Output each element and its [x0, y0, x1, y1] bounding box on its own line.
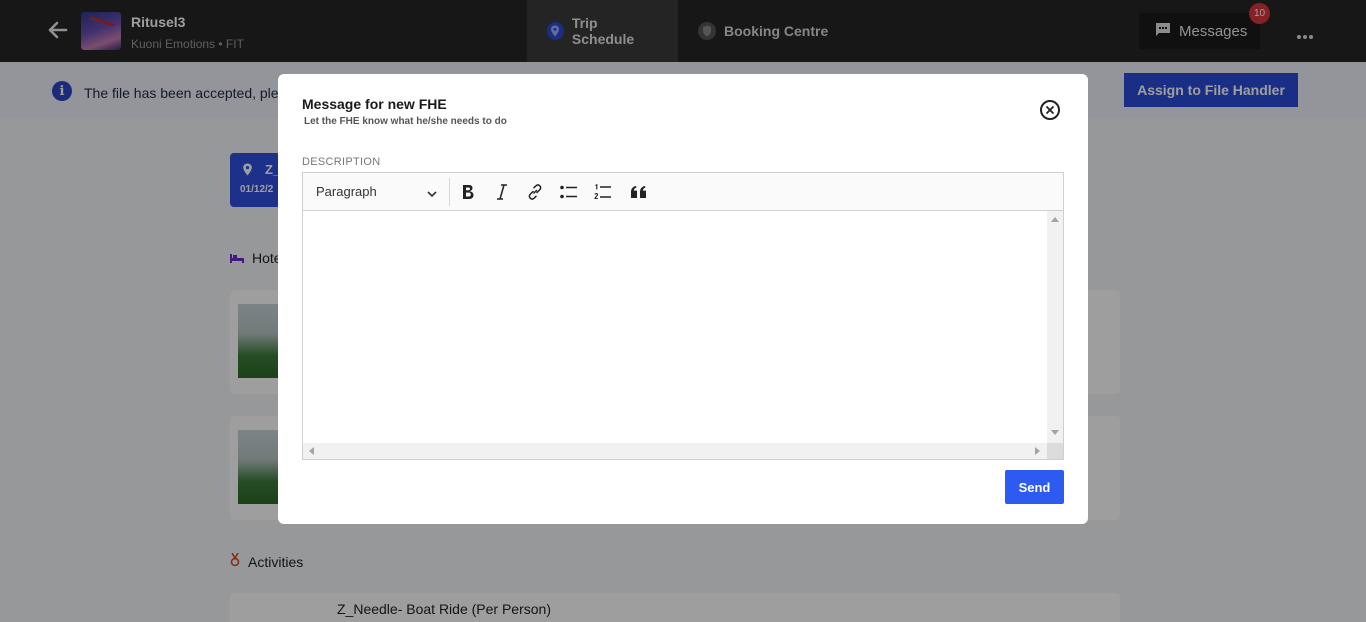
- italic-icon[interactable]: [490, 180, 514, 204]
- description-editor-area[interactable]: [303, 211, 1047, 443]
- paragraph-format-value: Paragraph: [316, 184, 377, 199]
- modal-subtitle: Let the FHE know what he/she needs to do: [304, 116, 507, 127]
- description-label: DESCRIPTION: [302, 156, 381, 168]
- editor-toolbar: Paragraph: [303, 173, 1063, 211]
- numbered-list-icon[interactable]: [591, 180, 615, 204]
- modal-title: Message for new FHE: [302, 96, 447, 112]
- bold-icon[interactable]: [456, 180, 480, 204]
- chevron-down-icon: [427, 186, 437, 201]
- horizontal-scrollbar[interactable]: [303, 443, 1047, 459]
- send-button[interactable]: Send: [1005, 470, 1064, 504]
- scrollbar-corner: [1047, 443, 1063, 459]
- close-icon[interactable]: [1040, 100, 1060, 120]
- paragraph-format-select[interactable]: Paragraph: [303, 173, 449, 210]
- toolbar-divider: [449, 178, 450, 206]
- link-icon[interactable]: [523, 180, 547, 204]
- bulleted-list-icon[interactable]: [557, 180, 581, 204]
- blockquote-icon[interactable]: [626, 180, 650, 204]
- vertical-scrollbar[interactable]: [1047, 211, 1063, 443]
- rich-text-editor: Paragraph: [302, 172, 1064, 460]
- message-fhe-modal: Message for new FHE Let the FHE know wha…: [278, 74, 1088, 524]
